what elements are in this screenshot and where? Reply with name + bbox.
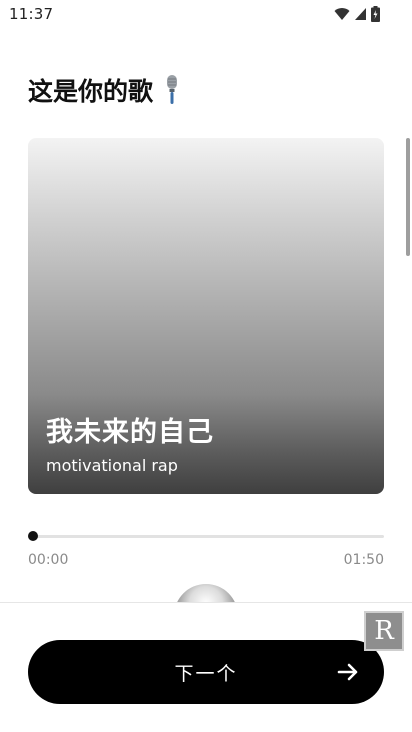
progress-knob[interactable] xyxy=(28,531,38,541)
r-badge-label: R xyxy=(374,616,394,646)
floating-r-badge[interactable]: R xyxy=(364,611,404,651)
signal-icon xyxy=(355,8,366,20)
duration-time: 01:50 xyxy=(343,552,384,568)
progress-track[interactable] xyxy=(32,535,384,538)
arrow-right-icon xyxy=(337,663,358,681)
next-button-label: 下一个 xyxy=(174,662,238,685)
status-icons xyxy=(334,6,380,22)
status-time: 11:37 xyxy=(9,5,54,23)
wifi-icon xyxy=(334,8,350,20)
next-button[interactable]: 下一个 xyxy=(28,640,384,704)
page-title-text: 这是你的歌 xyxy=(28,77,154,106)
microphone-icon xyxy=(167,75,178,104)
song-title: 我未来的自己 xyxy=(46,417,214,448)
song-subtitle: motivational rap xyxy=(46,456,178,475)
screen: 11:37 这是你的歌 我未来的自己 motivational rap 00:0… xyxy=(0,0,412,732)
song-cover-card[interactable]: 我未来的自己 motivational rap xyxy=(28,138,384,494)
scrollbar-thumb[interactable] xyxy=(406,138,410,256)
current-time: 00:00 xyxy=(28,552,69,568)
page-title: 这是你的歌 xyxy=(28,72,183,108)
battery-icon xyxy=(371,6,380,22)
status-bar: 11:37 xyxy=(0,0,412,28)
